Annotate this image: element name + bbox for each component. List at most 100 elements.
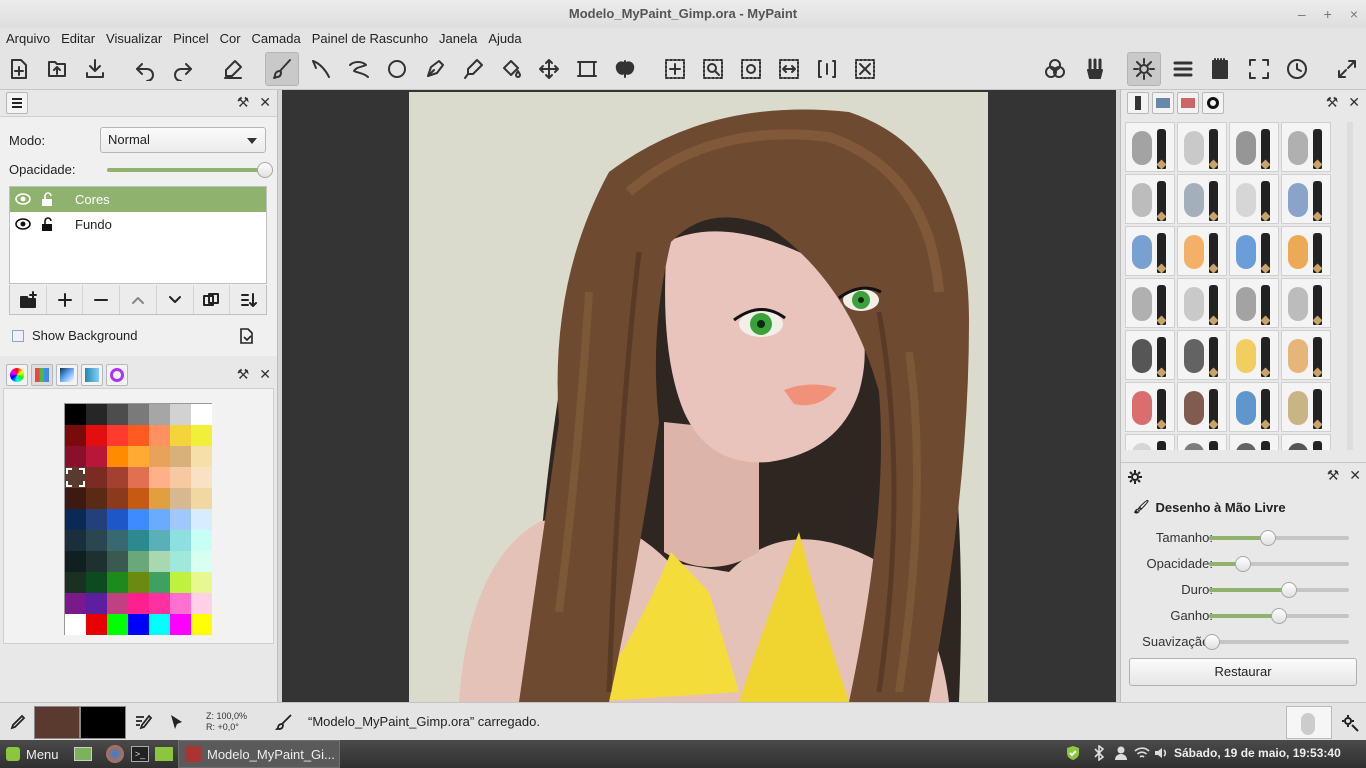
- palette-swatch[interactable]: [65, 425, 86, 446]
- panel-close-icon[interactable]: ✕: [1348, 94, 1360, 111]
- layer-row-cores[interactable]: Cores: [10, 187, 266, 212]
- save-document-icon[interactable]: [78, 52, 112, 86]
- close-button[interactable]: ×: [1350, 0, 1358, 28]
- palette-swatch[interactable]: [170, 446, 191, 467]
- brush-preset[interactable]: [1177, 226, 1227, 276]
- brush-preset[interactable]: [1281, 330, 1331, 380]
- palette-swatch[interactable]: [107, 572, 128, 593]
- palette-swatch[interactable]: [107, 530, 128, 551]
- palette-swatch[interactable]: [128, 446, 149, 467]
- move-layer-icon[interactable]: [532, 52, 566, 86]
- history-icon[interactable]: [1280, 52, 1314, 86]
- show-desktop-icon[interactable]: [74, 740, 92, 768]
- brush-preset[interactable]: [1177, 382, 1227, 432]
- slider-knob[interactable]: [1259, 530, 1276, 546]
- zoom-view-icon[interactable]: [696, 52, 730, 86]
- menu-editar[interactable]: Editar: [61, 31, 95, 46]
- rotate-view-icon[interactable]: [734, 52, 768, 86]
- brush-group-tab-icon[interactable]: [1177, 92, 1199, 114]
- bluetooth-icon[interactable]: [1090, 744, 1108, 762]
- brush-preset[interactable]: [1281, 122, 1331, 172]
- palette-swatch[interactable]: [107, 551, 128, 572]
- menu-ajuda[interactable]: Ajuda: [488, 31, 521, 46]
- palette-swatch[interactable]: [128, 404, 149, 425]
- palette-swatch[interactable]: [107, 446, 128, 467]
- maximize-button[interactable]: +: [1324, 0, 1332, 28]
- pan-view-icon[interactable]: [658, 52, 692, 86]
- palette-swatch[interactable]: [170, 509, 191, 530]
- palette-swatch[interactable]: [65, 467, 86, 488]
- palette-swatch[interactable]: [128, 614, 149, 635]
- palette-swatch[interactable]: [191, 446, 212, 467]
- palette-swatch[interactable]: [149, 593, 170, 614]
- brush-group-tab-icon[interactable]: [1202, 92, 1224, 114]
- duplicate-layer-button[interactable]: [194, 285, 231, 314]
- palette-swatch[interactable]: [149, 572, 170, 593]
- palette-swatch[interactable]: [107, 614, 128, 635]
- unlock-icon[interactable]: [41, 217, 55, 232]
- palette-swatch[interactable]: [191, 551, 212, 572]
- brush-preset[interactable]: [1281, 382, 1331, 432]
- palette-swatch[interactable]: [107, 404, 128, 425]
- mirror-horizontal-icon[interactable]: [772, 52, 806, 86]
- taskbar-window-mypaint[interactable]: Modelo_MyPaint_Gi...: [178, 740, 340, 768]
- palette-swatch[interactable]: [170, 530, 191, 551]
- palette-swatch[interactable]: [191, 509, 212, 530]
- palette-swatch[interactable]: [65, 488, 86, 509]
- palette-swatch[interactable]: [107, 467, 128, 488]
- restore-button[interactable]: Restaurar: [1129, 658, 1357, 686]
- user-icon[interactable]: [1112, 744, 1130, 762]
- layer-opacity-slider[interactable]: [107, 162, 273, 178]
- eraser-icon[interactable]: [216, 52, 250, 86]
- brush-preset[interactable]: [1229, 278, 1279, 328]
- brush-preset[interactable]: [1125, 226, 1175, 276]
- palette-swatch[interactable]: [170, 614, 191, 635]
- firefox-icon[interactable]: [106, 740, 124, 768]
- background-document-icon[interactable]: [238, 327, 254, 345]
- palette-swatch[interactable]: [128, 593, 149, 614]
- terminal-icon[interactable]: >_: [131, 740, 149, 768]
- palette-swatch[interactable]: [128, 572, 149, 593]
- palette-swatch[interactable]: [86, 488, 107, 509]
- volume-icon[interactable]: [1153, 744, 1171, 762]
- palette-swatch[interactable]: [128, 551, 149, 572]
- palette-swatch[interactable]: [107, 425, 128, 446]
- palette-swatch[interactable]: [191, 572, 212, 593]
- palette-swatch[interactable]: [149, 446, 170, 467]
- undo-icon[interactable]: [128, 52, 162, 86]
- brush-group-tab-icon[interactable]: [1127, 92, 1149, 114]
- current-brush-preview[interactable]: [1286, 706, 1332, 739]
- palette-swatch[interactable]: [86, 530, 107, 551]
- palette-swatch[interactable]: [65, 509, 86, 530]
- hcy-tab-icon[interactable]: [81, 364, 103, 386]
- palette-swatch[interactable]: [128, 488, 149, 509]
- palette-swatch[interactable]: [170, 467, 191, 488]
- redo-icon[interactable]: [166, 52, 200, 86]
- palette-swatch[interactable]: [191, 593, 212, 614]
- brush-preset[interactable]: [1177, 434, 1227, 450]
- scratchpad-icon[interactable]: [1203, 52, 1237, 86]
- mode-select[interactable]: Normal: [100, 127, 266, 153]
- palette-swatch[interactable]: [128, 425, 149, 446]
- brush-preset[interactable]: [1125, 382, 1175, 432]
- show-background-checkbox[interactable]: [12, 329, 24, 342]
- palette-swatch[interactable]: [86, 509, 107, 530]
- open-document-icon[interactable]: [40, 52, 74, 86]
- menu-painel-de-rascunho[interactable]: Painel de Rascunho: [312, 31, 428, 46]
- panel-close-icon[interactable]: ✕: [259, 366, 271, 383]
- visibility-eye-icon[interactable]: [15, 192, 31, 206]
- palette-swatch[interactable]: [107, 593, 128, 614]
- palette-swatch[interactable]: [128, 509, 149, 530]
- layer-blend-icon[interactable]: [1038, 52, 1072, 86]
- brush-preset[interactable]: [1229, 174, 1279, 224]
- palette-swatch[interactable]: [191, 425, 212, 446]
- palette-swatch[interactable]: [149, 509, 170, 530]
- color-picker-icon[interactable]: [8, 714, 26, 732]
- palette-swatch[interactable]: [149, 488, 170, 509]
- menu-icon[interactable]: [1166, 52, 1200, 86]
- brush-preset[interactable]: [1125, 434, 1175, 450]
- palette-swatch[interactable]: [86, 593, 107, 614]
- panel-close-icon[interactable]: ✕: [1349, 467, 1361, 484]
- layers-tab-icon[interactable]: [6, 92, 28, 114]
- brush-preset[interactable]: [1177, 174, 1227, 224]
